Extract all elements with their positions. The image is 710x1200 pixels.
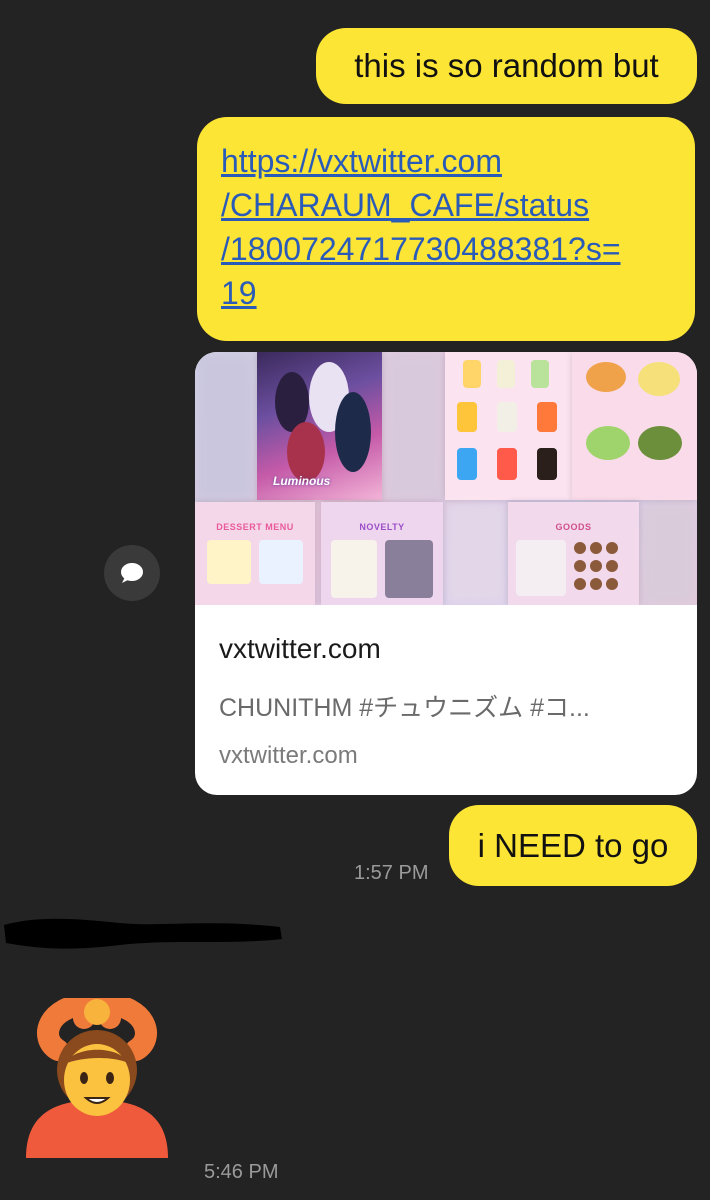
link-url-line: /CHARAUM_CAFE/status (221, 187, 590, 223)
redacted-contact-name (4, 918, 282, 949)
panel-title: DESSERT MENU (216, 522, 294, 532)
sent-link-bubble[interactable]: https://vxtwitter.com /CHARAUM_CAFE/stat… (197, 117, 695, 341)
drinks-menu-panel (445, 352, 572, 500)
message-text: i NEED to go (477, 827, 669, 864)
panel-title: NOVELTY (359, 522, 405, 532)
timestamp: 1:57 PM (354, 862, 429, 884)
panel-title: GOODS (555, 522, 592, 532)
sent-message-bubble[interactable]: this is so random but (316, 28, 697, 104)
speech-bubble-icon (121, 563, 143, 583)
link-preview-card[interactable]: Luminous DESSERT MENU NOVELTY GOODS vxtw… (195, 352, 697, 795)
goods-panel: GOODS (508, 502, 639, 605)
reply-button[interactable] (104, 545, 160, 601)
dessert-menu-panel: DESSERT MENU (195, 502, 315, 605)
link-url-line: /1800724717730488381?s= (221, 231, 621, 267)
link-url-line: https://vxtwitter.com (221, 143, 502, 179)
poster-panel: Luminous (257, 352, 382, 500)
link-url-line: 19 (221, 275, 257, 311)
novelty-panel: NOVELTY (321, 502, 443, 605)
food-menu-panel (572, 352, 697, 500)
sent-message-bubble[interactable]: i NEED to go (449, 805, 697, 886)
timestamp: 5:46 PM (204, 1161, 279, 1183)
message-text: this is so random but (354, 47, 659, 84)
link-preview-domain: vxtwitter.com (219, 742, 358, 769)
poster-logo: Luminous (273, 474, 331, 488)
person-gesturing-ok-emoji (26, 998, 168, 1158)
link-preview-title: vxtwitter.com (219, 633, 381, 664)
link-url[interactable]: https://vxtwitter.com /CHARAUM_CAFE/stat… (221, 143, 621, 311)
link-preview-image: Luminous DESSERT MENU NOVELTY GOODS (195, 352, 697, 605)
link-preview-description: CHUNITHM #チュウニズム #コ... (219, 694, 590, 722)
